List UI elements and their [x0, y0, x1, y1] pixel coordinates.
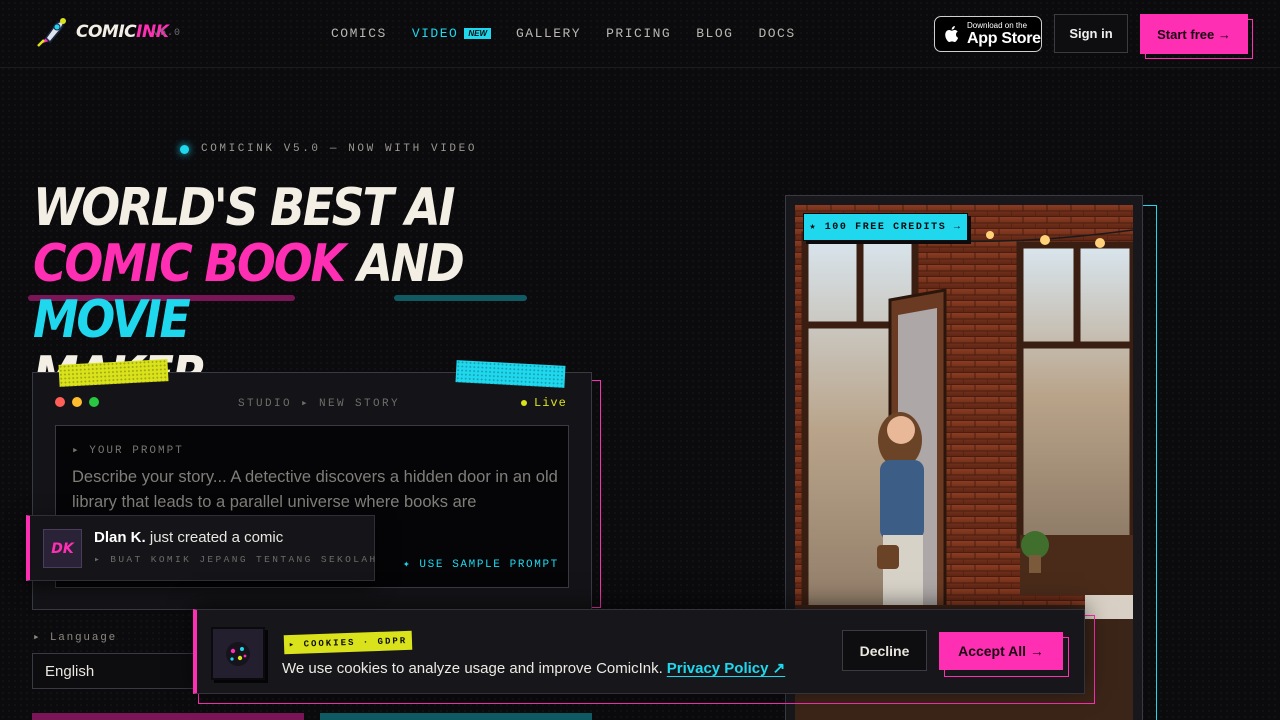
studio-title: STUDIO ▸ NEW STORY	[238, 398, 401, 410]
use-sample-prompt-button[interactable]: ✦ USE SAMPLE PROMPT	[403, 557, 559, 571]
app-store-button[interactable]: Download on the App Store	[934, 16, 1042, 52]
language-label: ▸ Language	[33, 632, 118, 644]
rocket-logo-icon[interactable]	[34, 16, 68, 50]
nav-link-comics[interactable]: COMICS	[331, 26, 387, 41]
toast-message: Dlan K. just created a comic	[94, 529, 283, 546]
sign-in-button[interactable]: Sign in	[1054, 14, 1128, 53]
toast-action: just created a comic	[149, 529, 284, 546]
start-free-button[interactable]: Start free →	[1140, 14, 1248, 54]
kicker-text: COMICINK V5.0 — NOW WITH VIDEO	[201, 143, 478, 155]
hero-kicker: COMICINK V5.0 — NOW WITH VIDEO	[180, 143, 477, 155]
nav-link-blog[interactable]: BLOG	[696, 26, 733, 41]
headline-and: AND	[357, 234, 464, 294]
cookie-sparkle-icon	[226, 641, 250, 666]
nav-link-gallery[interactable]: GALLERY	[516, 26, 581, 41]
cookie-icon	[211, 627, 265, 680]
version-label: v5.0	[153, 28, 182, 39]
avatar: DK	[43, 529, 82, 568]
privacy-policy-link[interactable]: Privacy Policy ↗	[667, 660, 785, 677]
appstore-small-label: Download on the	[967, 20, 1028, 30]
main-menu: COMICS VIDEO NEW GALLERY PRICING BLOG DOC…	[331, 26, 821, 41]
window-controls	[55, 397, 99, 407]
headline-line-1: WORLD'S BEST AI	[33, 178, 456, 238]
minimize-dot-icon	[72, 397, 82, 407]
live-dot-icon	[521, 400, 527, 406]
free-credits-badge[interactable]: ★ 100 FREE CREDITS →	[803, 213, 968, 241]
toast-user-name: Dlan K.	[94, 529, 146, 546]
cookie-message: We use cookies to analyze usage and impr…	[282, 660, 786, 677]
appstore-big-label: App Store	[967, 29, 1041, 47]
nav-link-pricing[interactable]: PRICING	[606, 26, 671, 41]
prompt-label: ▸ YOUR PROMPT	[72, 445, 184, 457]
decline-button[interactable]: Decline	[842, 630, 927, 671]
headline-highlight-movie: MOVIE	[33, 290, 191, 350]
new-badge: NEW	[464, 28, 491, 39]
headline-highlight-comic-book: COMIC BOOK	[33, 234, 346, 294]
apple-icon	[945, 26, 959, 42]
pink-button-edge	[32, 713, 304, 720]
accept-all-button[interactable]: Accept All →	[939, 632, 1063, 670]
prompt-placeholder[interactable]: Describe your story... A detective disco…	[72, 465, 562, 515]
cyan-button-edge	[320, 713, 592, 720]
nav-link-video[interactable]: VIDEO NEW	[412, 26, 491, 41]
close-dot-icon	[55, 397, 65, 407]
maximize-dot-icon	[89, 397, 99, 407]
nav-link-docs[interactable]: DOCS	[758, 26, 795, 41]
status-dot-icon	[180, 144, 189, 154]
toast-subtitle: ▸ BUAT KOMIK JEPANG TENTANG SEKOLAH	[94, 554, 378, 565]
top-nav: COMICINK v5.0 COMICS VIDEO NEW GALLERY PR…	[0, 0, 1280, 68]
live-indicator: Live	[521, 396, 567, 410]
